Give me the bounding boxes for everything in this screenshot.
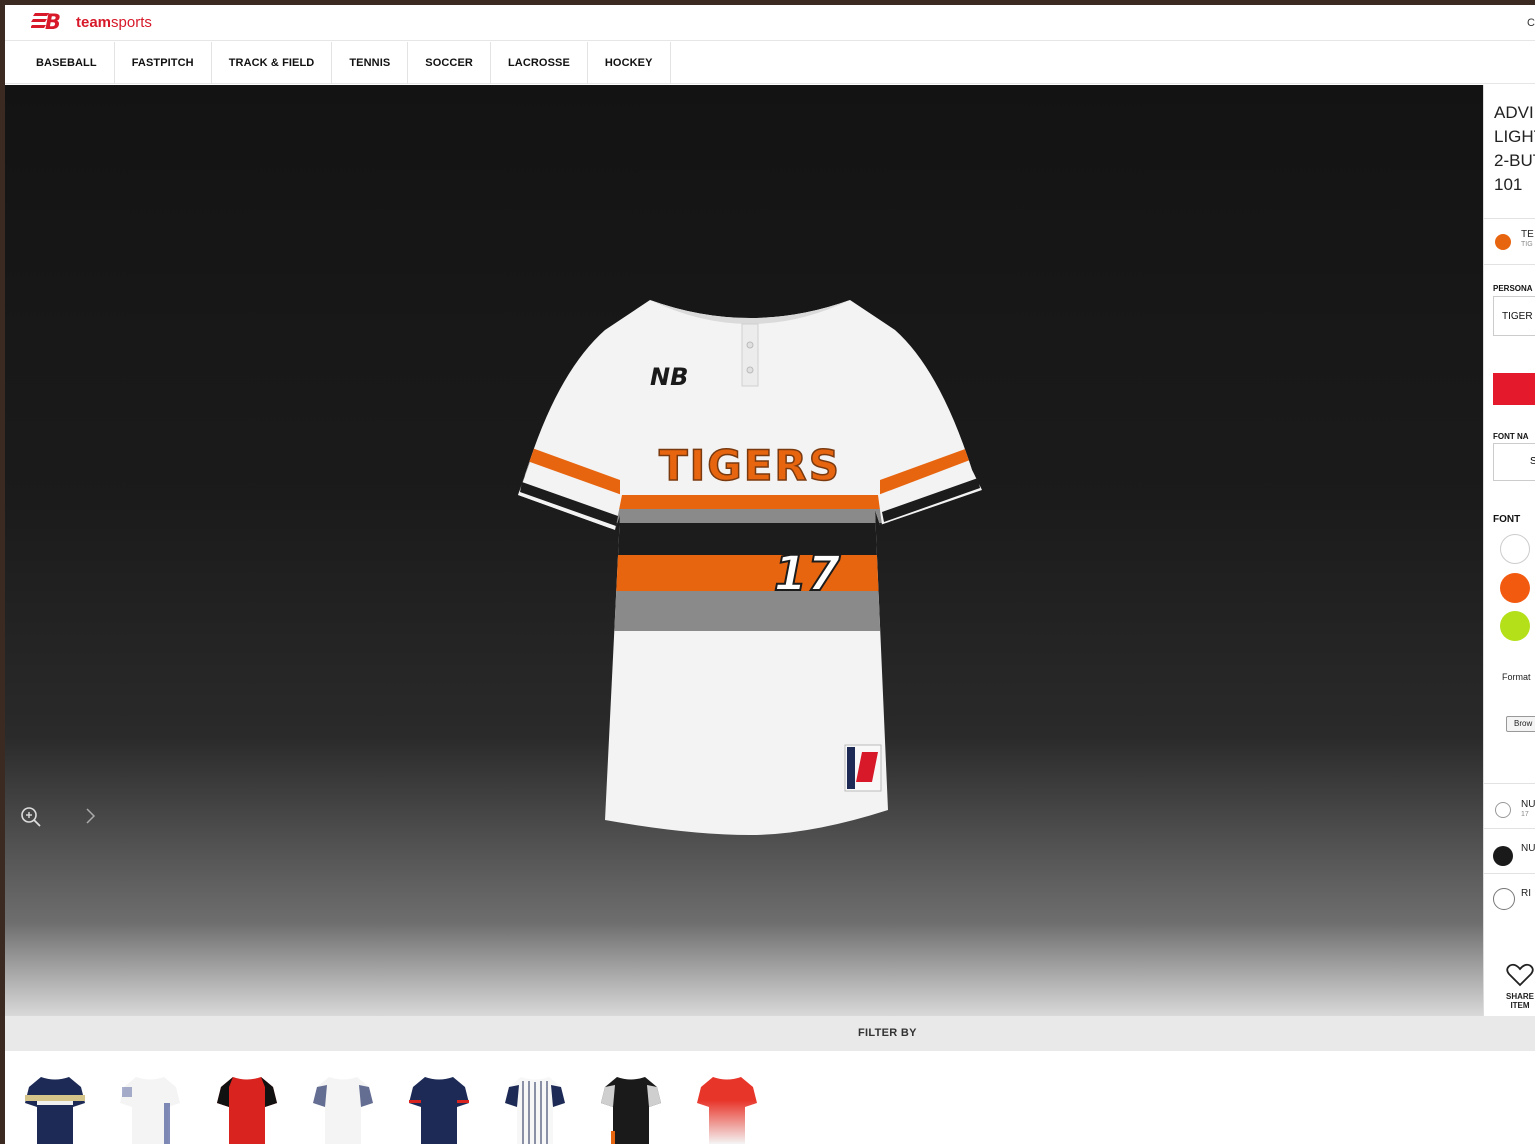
topbar-right-text[interactable]: C <box>1527 17 1535 29</box>
divider <box>1484 783 1535 784</box>
top-bar: B teamsports C <box>5 5 1535 41</box>
nav-track-field[interactable]: TRACK & FIELD <box>212 42 333 84</box>
product-viewer: NB TIGERS 17 <box>5 85 1483 1016</box>
option-number2-label: NU <box>1521 843 1535 854</box>
nav-soccer[interactable]: SOCCER <box>408 42 491 84</box>
nav-fastpitch[interactable]: FASTPITCH <box>115 42 212 84</box>
sport-nav: BASEBALL FASTPITCH TRACK & FIELD TENNIS … <box>5 42 1535 84</box>
divider <box>1484 218 1535 219</box>
option-number-label: NU <box>1521 799 1535 810</box>
option-team-sub: TIG <box>1521 241 1533 248</box>
personalize-input[interactable]: TIGER <box>1493 296 1535 336</box>
browse-button[interactable]: Brow <box>1506 716 1535 732</box>
option-number-2[interactable]: NU <box>1484 830 1535 866</box>
option-number-sub: 17 <box>1521 811 1529 818</box>
divider <box>1484 828 1535 829</box>
option-right-label: RI <box>1521 888 1531 899</box>
option-number[interactable]: NU 17 <box>1484 785 1535 821</box>
filter-bar: FILTER BY <box>5 1016 1535 1051</box>
divider <box>1484 264 1535 265</box>
font-name-select[interactable]: S <box>1493 443 1535 481</box>
style-thumbnails <box>5 1051 1535 1144</box>
option-right[interactable]: RI <box>1484 875 1535 911</box>
share-item-button[interactable]: SHARE ITEM <box>1500 963 1535 1010</box>
number2-color-dot <box>1493 846 1513 866</box>
svg-text:B: B <box>45 11 61 31</box>
jersey-number: 17 <box>774 546 841 602</box>
nav-baseball[interactable]: BASEBALL <box>5 42 115 84</box>
filter-by-toggle[interactable]: FILTER BY <box>858 1027 917 1039</box>
format-label: Format <box>1502 672 1531 682</box>
jersey-team-text: TIGERS <box>659 441 841 490</box>
app-window: B teamsports C BASEBALL FASTPITCH TRACK … <box>5 5 1535 1144</box>
nav-lacrosse[interactable]: LACROSSE <box>491 42 588 84</box>
customize-panel: ADVI LIGHT 2-BUT 101 TE TIG PERSONA TIGE… <box>1483 85 1535 1016</box>
thumbnail-jersey-3[interactable] <box>215 1073 279 1144</box>
thumbnail-jersey-8[interactable] <box>695 1073 759 1144</box>
product-title: ADVI LIGHT 2-BUT 101 <box>1494 103 1535 194</box>
nb-logo-icon: B <box>31 11 61 31</box>
personalize-label: PERSONA <box>1493 284 1533 293</box>
jersey-preview[interactable]: NB TIGERS 17 <box>510 290 990 860</box>
apply-button[interactable] <box>1493 373 1535 405</box>
thumbnail-jersey-5[interactable] <box>407 1073 471 1144</box>
thumbnail-jersey-6[interactable] <box>503 1073 567 1144</box>
divider <box>1484 873 1535 874</box>
thumbnail-jersey-7[interactable] <box>599 1073 663 1144</box>
font-color-lime-swatch[interactable] <box>1500 611 1530 641</box>
right-color-dot <box>1493 888 1515 910</box>
option-team-label: TE <box>1521 229 1534 240</box>
share-label: SHARE ITEM <box>1505 992 1534 1010</box>
option-team-name[interactable]: TE TIG <box>1484 220 1535 256</box>
thumbnail-jersey-2[interactable] <box>118 1073 182 1144</box>
team-color-dot <box>1495 234 1511 250</box>
font-color-white-swatch[interactable] <box>1500 534 1530 564</box>
brand-logo[interactable]: B teamsports <box>31 11 152 31</box>
nav-tennis[interactable]: TENNIS <box>332 42 409 84</box>
font-name-label: FONT NA <box>1493 432 1529 441</box>
jersey-chest-logo: NB <box>650 363 688 391</box>
font-color-label: FONT <box>1493 514 1521 525</box>
nav-hockey[interactable]: HOCKEY <box>588 42 671 84</box>
number-color-dot <box>1495 802 1511 818</box>
next-view-chevron-icon[interactable] <box>81 803 101 829</box>
brand-name: teamsports <box>76 14 152 31</box>
thumbnail-jersey-4[interactable] <box>311 1073 375 1144</box>
zoom-in-icon[interactable] <box>19 805 43 829</box>
heart-icon <box>1506 963 1534 987</box>
font-color-orange-swatch[interactable] <box>1500 573 1530 603</box>
thumbnail-jersey-1[interactable] <box>23 1073 87 1144</box>
